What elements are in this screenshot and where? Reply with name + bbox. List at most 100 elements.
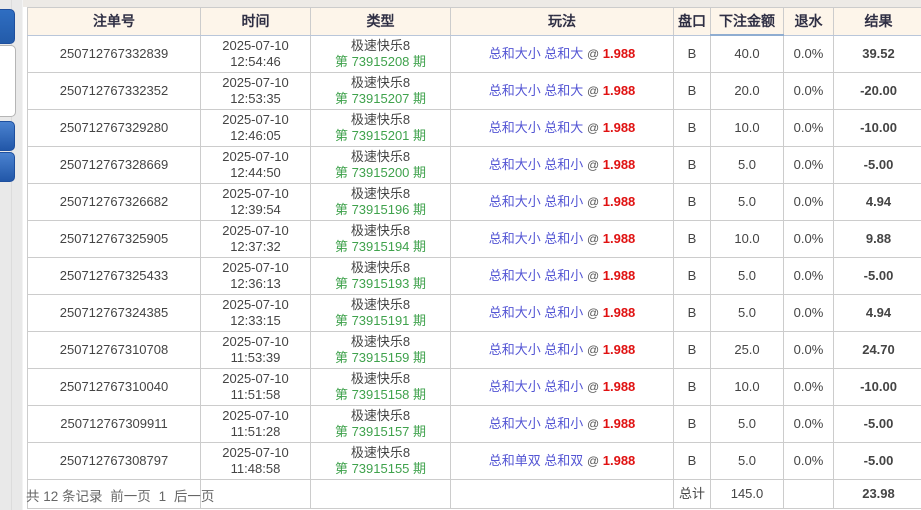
market-cell: B [674,332,711,369]
at-symbol: @ [587,47,599,61]
play-cell: 总和大小 总和大 @ 1.988 [451,110,674,147]
col-header-play: 玩法 [451,8,674,36]
type-cell: 极速快乐8 第 73915207 期 [311,73,451,110]
draw-period: 第 73915155 期 [314,461,447,477]
market-cell: B [674,35,711,73]
play-cell: 总和大小 总和小 @ 1.988 [451,369,674,406]
time-cell: 2025-07-10 12:39:54 [201,184,311,221]
time-cell: 2025-07-10 12:46:05 [201,110,311,147]
amount-cell: 25.0 [711,332,784,369]
odds-value: 1.988 [603,342,636,357]
odds-value: 1.988 [603,120,636,135]
side-panel-box [0,45,16,117]
odds-value: 1.988 [603,268,636,283]
type-cell: 极速快乐8 第 73915201 期 [311,110,451,147]
rebate-cell: 0.0% [784,443,834,480]
play-cell: 总和大小 总和小 @ 1.988 [451,184,674,221]
type-cell: 极速快乐8 第 73915191 期 [311,295,451,332]
rebate-cell: 0.0% [784,369,834,406]
game-name: 极速快乐8 [314,223,447,239]
table-row: 250712767332352 2025-07-10 12:53:35 极速快乐… [28,73,921,110]
order-no-cell: 250712767310040 [28,369,201,406]
amount-cell: 5.0 [711,443,784,480]
play-cell: 总和单双 总和双 @ 1.988 [451,443,674,480]
bet-time: 12:36:13 [204,276,307,292]
draw-period: 第 73915200 期 [314,165,447,181]
draw-period: 第 73915157 期 [314,424,447,440]
table-row: 250712767310040 2025-07-10 11:51:58 极速快乐… [28,369,921,406]
odds-value: 1.988 [603,157,636,172]
play-selection: 总和大小 总和大 [489,83,584,98]
total-label: 总计 [674,480,711,509]
bet-time: 11:53:39 [204,350,307,366]
total-empty-type [311,480,451,509]
bet-date: 2025-07-10 [204,38,307,54]
time-cell: 2025-07-10 12:54:46 [201,35,311,73]
total-empty-play [451,480,674,509]
type-cell: 极速快乐8 第 73915157 期 [311,406,451,443]
odds-value: 1.988 [603,46,636,61]
game-name: 极速快乐8 [314,445,447,461]
rebate-cell: 0.0% [784,295,834,332]
time-cell: 2025-07-10 11:48:58 [201,443,311,480]
draw-period: 第 73915194 期 [314,239,447,255]
result-cell: -5.00 [834,443,921,480]
market-cell: B [674,73,711,110]
odds-value: 1.988 [603,379,636,394]
bet-date: 2025-07-10 [204,334,307,350]
type-cell: 极速快乐8 第 73915200 期 [311,147,451,184]
rebate-cell: 0.0% [784,73,834,110]
market-cell: B [674,406,711,443]
at-symbol: @ [587,306,599,320]
rebate-cell: 0.0% [784,147,834,184]
prev-page-link[interactable]: 前一页 [110,489,151,504]
time-cell: 2025-07-10 11:51:28 [201,406,311,443]
play-selection: 总和大小 总和小 [489,231,584,246]
amount-cell: 5.0 [711,184,784,221]
type-cell: 极速快乐8 第 73915193 期 [311,258,451,295]
draw-period: 第 73915207 期 [314,91,447,107]
col-header-order-no: 注单号 [28,8,201,36]
col-header-amount: 下注金额 [711,8,784,36]
game-name: 极速快乐8 [314,38,447,54]
side-panel-button-middle[interactable] [0,121,15,151]
odds-value: 1.988 [603,231,636,246]
current-page-number[interactable]: 1 [159,489,167,504]
market-cell: B [674,147,711,184]
col-header-result: 结果 [834,8,921,36]
game-name: 极速快乐8 [314,371,447,387]
time-cell: 2025-07-10 12:33:15 [201,295,311,332]
play-cell: 总和大小 总和小 @ 1.988 [451,406,674,443]
time-cell: 2025-07-10 11:51:58 [201,369,311,406]
game-name: 极速快乐8 [314,334,447,350]
table-row: 250712767324385 2025-07-10 12:33:15 极速快乐… [28,295,921,332]
order-no-cell: 250712767310708 [28,332,201,369]
result-cell: -5.00 [834,147,921,184]
amount-cell: 10.0 [711,369,784,406]
market-cell: B [674,443,711,480]
table-row: 250712767309911 2025-07-10 11:51:28 极速快乐… [28,406,921,443]
amount-cell: 5.0 [711,295,784,332]
play-selection: 总和大小 总和大 [489,120,584,135]
market-cell: B [674,369,711,406]
at-symbol: @ [587,232,599,246]
at-symbol: @ [587,269,599,283]
side-panel-button-bottom[interactable] [0,152,15,182]
top-strip [0,0,921,7]
table-row: 250712767326682 2025-07-10 12:39:54 极速快乐… [28,184,921,221]
result-cell: -20.00 [834,73,921,110]
draw-period: 第 73915208 期 [314,54,447,70]
next-page-link[interactable]: 后一页 [174,489,215,504]
bet-date: 2025-07-10 [204,186,307,202]
table-row: 250712767325433 2025-07-10 12:36:13 极速快乐… [28,258,921,295]
order-no-cell: 250712767329280 [28,110,201,147]
at-symbol: @ [587,454,599,468]
at-symbol: @ [587,380,599,394]
order-no-cell: 250712767326682 [28,184,201,221]
type-cell: 极速快乐8 第 73915155 期 [311,443,451,480]
table-row: 250712767310708 2025-07-10 11:53:39 极速快乐… [28,332,921,369]
amount-cell: 5.0 [711,258,784,295]
side-panel-button-top[interactable] [0,9,15,44]
bet-time: 11:48:58 [204,461,307,477]
play-cell: 总和大小 总和小 @ 1.988 [451,295,674,332]
